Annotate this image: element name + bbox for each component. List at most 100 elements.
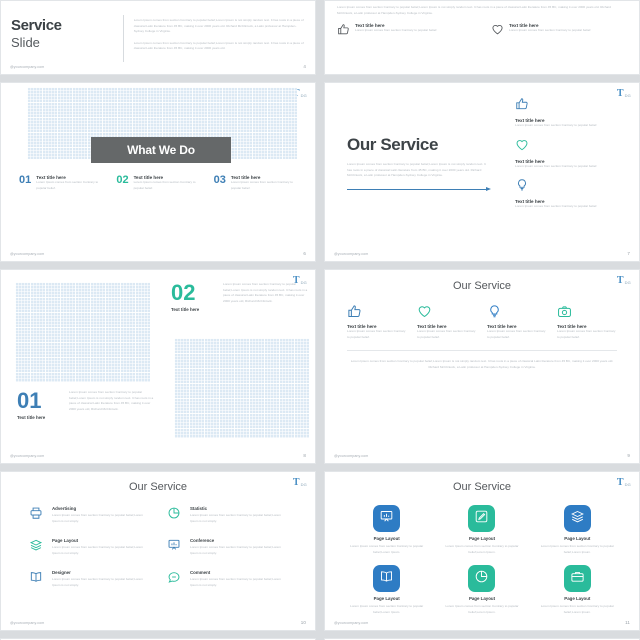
item-desc: Lorem Ipsum comes from section Contrary … xyxy=(36,180,99,190)
page-number: 7 xyxy=(627,251,630,256)
slide-footer: @yourcompany.com 6 xyxy=(10,251,306,256)
thumbs-up-icon xyxy=(515,97,627,116)
list-item[interactable]: Advertising Lorem Ipsum comes from secti… xyxy=(29,506,149,525)
tile-swatch xyxy=(373,505,401,532)
slide-thumbnail-what-we-do[interactable]: T DG What We Do 01 Text title here Lorem… xyxy=(0,82,316,262)
thumbs-up-icon xyxy=(337,23,350,41)
item-number: 03 xyxy=(213,174,226,186)
feature-desc: Lorem Ipsum comes from section Contrary … xyxy=(417,329,476,339)
comment-icon xyxy=(167,570,183,589)
slide-thumbnail-our-service-list[interactable]: T DG Our Service Advertising Lorem Ipsum… xyxy=(0,471,316,631)
list-item[interactable]: Page Layout Lorem Ipsum comes from secti… xyxy=(29,538,149,557)
list-item[interactable]: Statistic Lorem Ipsum comes from section… xyxy=(167,506,287,525)
block-desc: Lorem Ipsum comes from section Contrary … xyxy=(223,282,308,303)
slide-footer: @yourcompany.com 8 xyxy=(10,453,306,458)
feature-desc: Lorem Ipsum comes from section Contrary … xyxy=(347,329,406,339)
slide-footer: @yourcompany.com 10 xyxy=(10,620,306,625)
item-name: Conference xyxy=(190,538,215,543)
feature-desc: Lorem Ipsum comes from section Contrary … xyxy=(515,204,598,209)
page-title: Our Service xyxy=(452,481,512,493)
accent-arrow-rule xyxy=(347,187,491,191)
feature-desc: Lorem Ipsum comes from section Contrary … xyxy=(515,163,598,168)
tile-swatch xyxy=(373,565,401,593)
block-number: 01 xyxy=(17,388,42,413)
page-title: Service xyxy=(11,17,62,34)
feature-item[interactable]: Text title here Lorem Ipsum comes from s… xyxy=(515,138,627,170)
tile-item[interactable]: Page Layout Lorem Ipsum comes from secti… xyxy=(343,505,430,555)
feature-item[interactable]: Text title here Lorem Ipsum comes from s… xyxy=(347,304,407,340)
feature-item[interactable]: Text title here Lorem Ipsum comes from s… xyxy=(491,23,627,41)
page-number: 8 xyxy=(303,453,306,458)
feature-item[interactable]: Text title here Lorem Ipsum comes from s… xyxy=(337,23,473,41)
page-number: 10 xyxy=(300,620,306,625)
lead-paragraph: Lorem Ipsum comes from section Contrary … xyxy=(337,5,611,15)
footer-email: @yourcompany.com xyxy=(334,251,369,256)
numbered-item[interactable]: 01 Text title here Lorem Ipsum comes fro… xyxy=(19,174,106,191)
item-desc: Lorem Ipsum comes from section Contrary … xyxy=(190,577,281,587)
slide-thumbnail-our-service-split[interactable]: T DG Our Service Lorem Ipsum comes from … xyxy=(324,82,640,262)
slide-thumbnail-our-service-tiles[interactable]: T DG Our Service Page Layout Lorem Ipsum… xyxy=(324,471,640,631)
camera-icon xyxy=(557,304,617,320)
footer-email: @yourcompany.com xyxy=(10,251,45,256)
feature-item[interactable]: Text title here Lorem Ipsum comes from s… xyxy=(515,97,627,129)
feature-item[interactable]: Text title here Lorem Ipsum comes from s… xyxy=(515,178,627,210)
brand-logo: T DG xyxy=(617,276,631,286)
tile-item[interactable]: Page Layout Lorem Ipsum comes from secti… xyxy=(438,505,525,555)
item-desc: Lorem Ipsum comes from section Contrary … xyxy=(133,180,196,190)
logo-letter: T xyxy=(616,275,624,286)
item-desc: Lorem Ipsum comes from section Contrary … xyxy=(52,513,143,523)
feature-item[interactable]: Text title here Lorem Ipsum comes from s… xyxy=(417,304,477,340)
tile-name: Page Layout xyxy=(373,536,400,541)
tile-item[interactable]: Page Layout Lorem Ipsum comes from secti… xyxy=(343,565,430,615)
page-number: 4 xyxy=(303,64,306,69)
tile-swatch xyxy=(468,565,496,593)
page-number: 11 xyxy=(625,620,630,625)
slide-thumbnail-numbered-panels[interactable]: T DG 02 Text title here Lorem Ipsum come… xyxy=(0,269,316,464)
footer-email: @yourcompany.com xyxy=(10,453,45,458)
headline-band: What We Do xyxy=(91,137,231,163)
block-label: Text title here xyxy=(17,415,46,420)
slide-footer: @yourcompany.com 4 xyxy=(10,64,306,69)
list-item[interactable]: Designer Lorem Ipsum comes from section … xyxy=(29,570,149,589)
item-name: Statistic xyxy=(190,506,208,511)
tile-desc: Lorem Ipsum comes from section Contrary … xyxy=(350,544,424,554)
tile-item[interactable]: Page Layout Lorem Ipsum comes from secti… xyxy=(534,505,621,555)
lightbulb-icon xyxy=(515,178,627,197)
feature-item[interactable]: Text title here Lorem Ipsum comes from s… xyxy=(557,304,617,340)
numbered-item[interactable]: 02 Text title here Lorem Ipsum comes fro… xyxy=(116,174,203,191)
tile-swatch xyxy=(563,505,591,532)
footer-email: @yourcompany.com xyxy=(10,620,45,625)
feature-item[interactable]: Text title here Lorem Ipsum comes from s… xyxy=(487,304,547,340)
footer-email: @yourcompany.com xyxy=(334,453,369,458)
page-title: Our Service xyxy=(347,135,439,154)
list-item[interactable]: Comment Lorem Ipsum comes from section C… xyxy=(167,570,287,589)
heart-icon xyxy=(515,138,627,157)
page-subtitle: Slide xyxy=(11,35,40,50)
paragraph: Lorem Ipsum comes from section Contrary … xyxy=(133,18,304,34)
footer-email: @yourcompany.com xyxy=(10,64,45,69)
tile-desc: Lorem Ipsum comes from section Contrary … xyxy=(540,604,614,614)
list-item[interactable]: Conference Lorem Ipsum comes from sectio… xyxy=(167,538,287,557)
tile-swatch xyxy=(468,505,496,532)
slide-footer: @yourcompany.com 7 xyxy=(334,251,630,256)
layers-icon xyxy=(29,538,45,557)
feature-desc: Lorem Ipsum comes from section Contrary … xyxy=(509,28,592,33)
slide-thumbnail-two-feature[interactable]: Lorem Ipsum comes from section Contrary … xyxy=(324,0,640,75)
slide-thumbnail-our-service-four[interactable]: T DG Our Service Text title here Lorem I… xyxy=(324,269,640,464)
tile-item[interactable]: Page Layout Lorem Ipsum comes from secti… xyxy=(534,565,621,615)
tile-name: Page Layout xyxy=(564,596,591,602)
feature-desc: Lorem Ipsum comes from section Contrary … xyxy=(355,28,438,33)
tile-item[interactable]: Page Layout Lorem Ipsum comes from secti… xyxy=(438,565,525,615)
slide-footer: @yourcompany.com 11 xyxy=(334,620,630,625)
numbered-block[interactable]: 02 Text title here Lorem Ipsum comes fro… xyxy=(171,282,311,313)
numbered-item[interactable]: 03 Text title here Lorem Ipsum comes fro… xyxy=(213,174,301,191)
vertical-divider xyxy=(122,15,124,62)
pencil-icon xyxy=(474,509,489,529)
slide-thumbnail-service-slide[interactable]: Service Slide Lorem Ipsum comes from sec… xyxy=(0,0,316,75)
item-number: 01 xyxy=(19,174,32,186)
presentation-icon xyxy=(167,538,183,557)
item-desc: Lorem Ipsum comes from section Contrary … xyxy=(52,545,143,555)
numbered-block[interactable]: 01 Text title here Lorem Ipsum comes fro… xyxy=(17,388,157,421)
printer-icon xyxy=(29,506,45,525)
logo-subtext: DG xyxy=(624,482,631,487)
